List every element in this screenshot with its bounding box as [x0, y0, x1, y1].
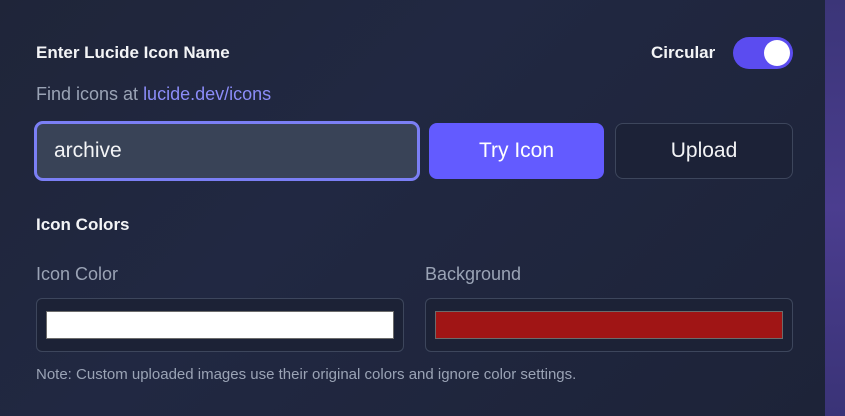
icon-name-heading: Enter Lucide Icon Name	[36, 43, 230, 62]
try-icon-button[interactable]: Try Icon	[429, 123, 604, 179]
icon-name-input[interactable]	[34, 121, 420, 181]
icon-colors-heading: Icon Colors	[36, 215, 130, 234]
icon-color-picker[interactable]	[36, 298, 404, 352]
icon-color-swatch	[46, 311, 394, 339]
icon-color-label: Icon Color	[36, 264, 119, 284]
find-icons-prefix: Find icons at	[36, 84, 144, 104]
upload-button[interactable]: Upload	[615, 123, 793, 179]
color-settings-note: Note: Custom uploaded images use their o…	[36, 366, 577, 383]
find-icons-help: Find icons at lucide.dev/icons	[36, 84, 271, 105]
side-gradient-strip	[825, 0, 845, 416]
lucide-icons-link[interactable]: lucide.dev/icons	[143, 84, 271, 104]
background-color-label: Background	[425, 264, 522, 284]
toggle-knob	[764, 40, 790, 66]
background-color-picker[interactable]	[425, 298, 793, 352]
background-color-swatch	[435, 311, 783, 339]
circular-toggle-label: Circular	[651, 43, 716, 62]
circular-toggle[interactable]	[733, 37, 793, 69]
